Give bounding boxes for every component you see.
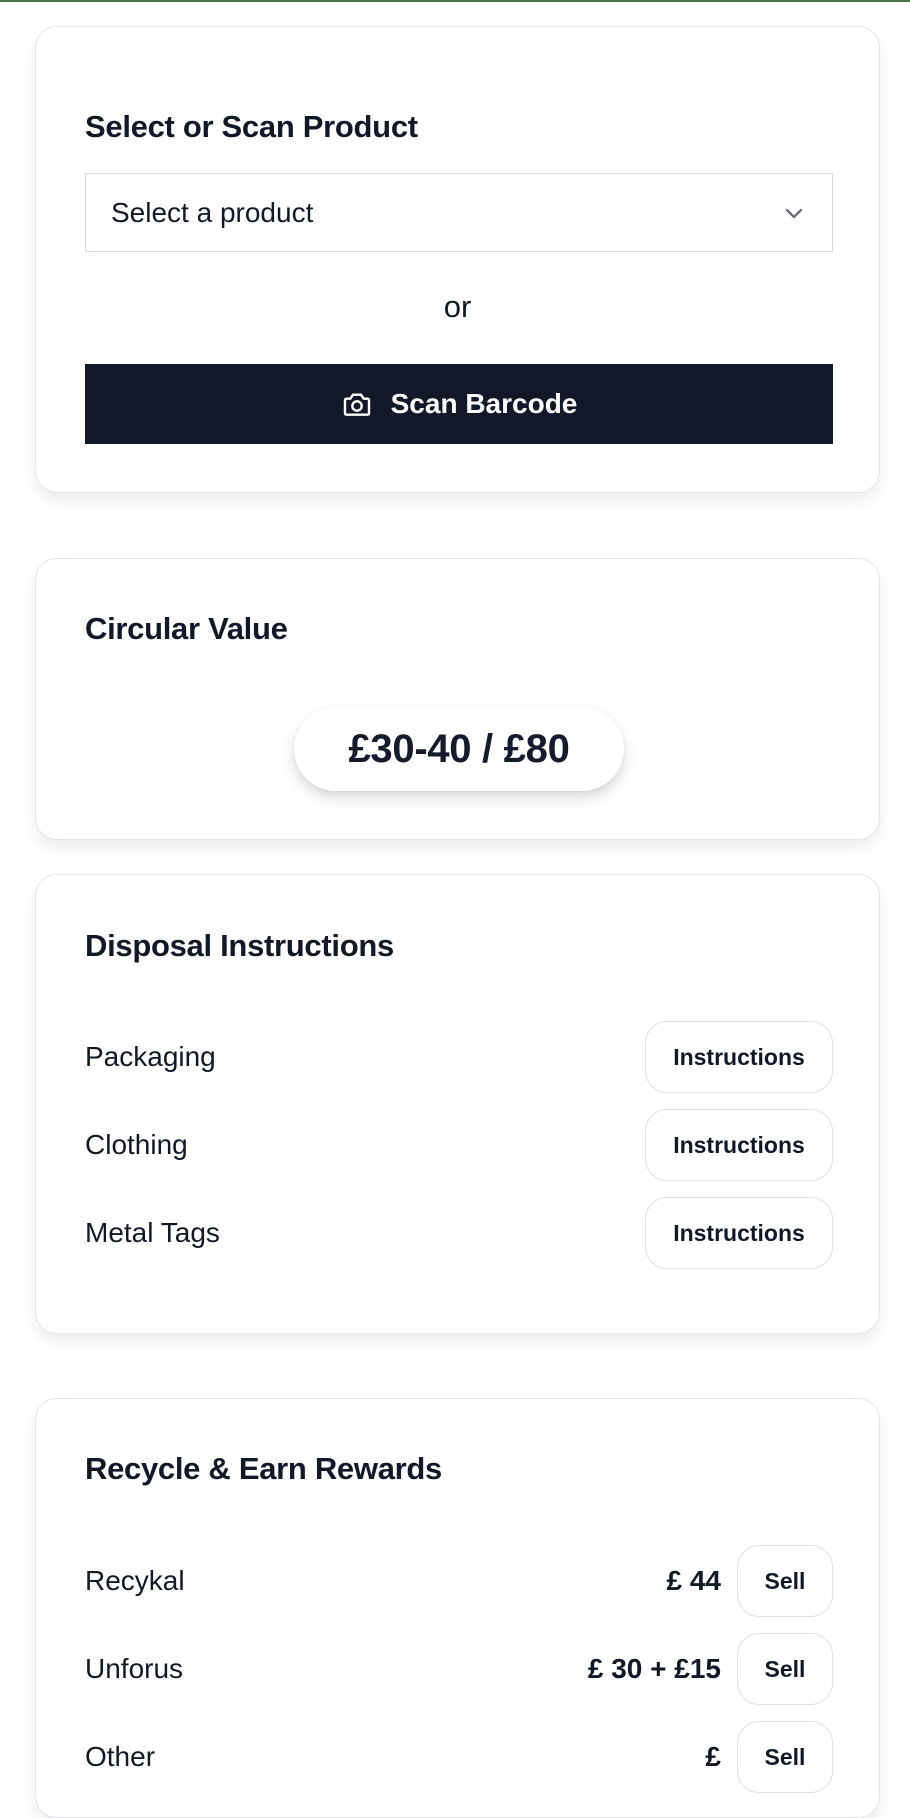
recycler-name: Recykal	[85, 1565, 185, 1596]
list-item: Clothing Instructions	[85, 1109, 833, 1181]
disposal-instructions-card: Disposal Instructions Packaging Instruct…	[35, 874, 880, 1334]
instructions-button[interactable]: Instructions	[645, 1021, 833, 1093]
card-title: Disposal Instructions	[85, 928, 394, 963]
instructions-button[interactable]: Instructions	[645, 1197, 833, 1269]
sell-button[interactable]: Sell	[737, 1633, 833, 1705]
card-title: Circular Value	[85, 611, 288, 646]
list-item: Packaging Instructions	[85, 1021, 833, 1093]
disposal-item-label: Metal Tags	[85, 1217, 220, 1248]
scan-barcode-label: Scan Barcode	[390, 388, 578, 419]
card-title: Recycle & Earn Rewards	[85, 1451, 442, 1486]
recycler-price: £ 44	[666, 1565, 722, 1596]
disposal-item-label: Packaging	[85, 1041, 216, 1072]
instructions-button[interactable]: Instructions	[645, 1109, 833, 1181]
chevron-down-icon	[785, 208, 803, 219]
camera-icon	[343, 393, 370, 416]
list-item: Other £ Sell	[85, 1721, 833, 1793]
product-select[interactable]: Select a product	[85, 173, 833, 252]
list-item: Recykal £ 44 Sell	[85, 1545, 833, 1617]
circular-value-badge: £30-40 / £80	[294, 707, 624, 791]
or-separator: or	[443, 289, 472, 324]
recycler-price: £ 30 + £15	[587, 1653, 721, 1684]
list-item: Metal Tags Instructions	[85, 1197, 833, 1269]
recycler-name: Unforus	[85, 1653, 184, 1684]
list-item: Unforus £ 30 + £15 Sell	[85, 1633, 833, 1705]
recycle-rewards-card: Recycle & Earn Rewards Recykal £ 44 Sell…	[35, 1398, 880, 1818]
select-product-card: Select or Scan Product Select a product …	[35, 26, 880, 493]
disposal-item-label: Clothing	[85, 1129, 188, 1160]
recycler-price: £	[705, 1741, 721, 1772]
card-title: Select or Scan Product	[85, 109, 418, 144]
top-accent-line	[0, 0, 910, 2]
sell-button[interactable]: Sell	[737, 1721, 833, 1793]
product-select-value: Select a product	[111, 196, 314, 228]
recycler-name: Other	[85, 1741, 156, 1772]
circular-value-card: Circular Value £30-40 / £80	[35, 558, 880, 840]
sell-button[interactable]: Sell	[737, 1545, 833, 1617]
scan-barcode-button[interactable]: Scan Barcode	[85, 364, 833, 444]
